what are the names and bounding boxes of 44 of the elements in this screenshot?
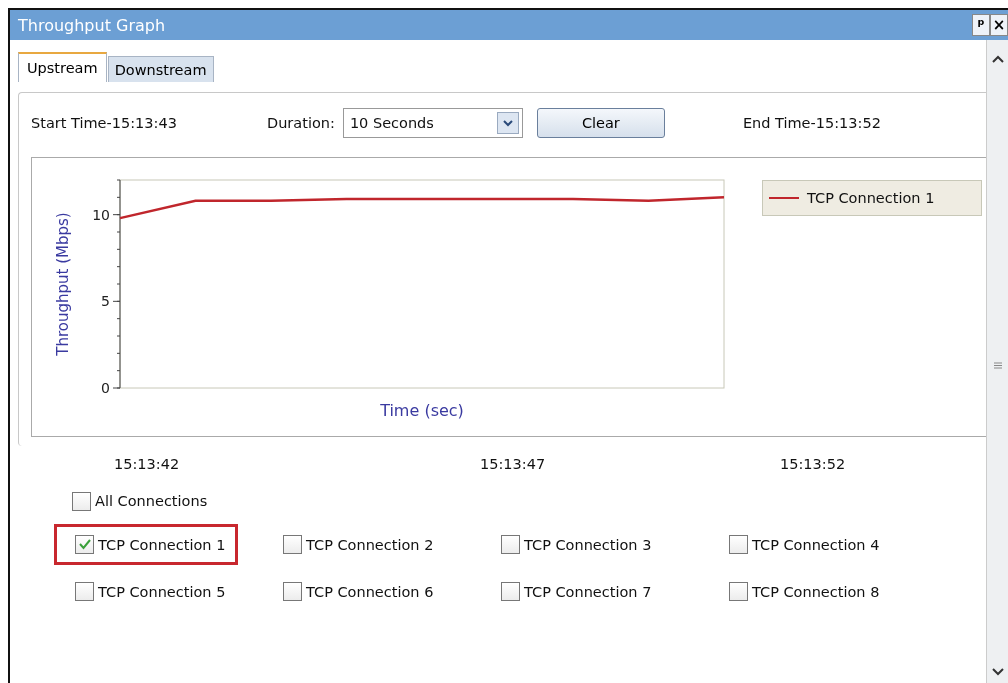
checkbox[interactable]: TCP Connection 1	[54, 524, 239, 565]
y-tick-label: 0	[101, 380, 110, 396]
end-time: End Time-15:13:52	[742, 115, 881, 131]
window-title: Throughput Graph	[18, 15, 166, 35]
y-tick-label: 10	[92, 206, 110, 223]
checkbox[interactable]: TCP Connection 2	[262, 524, 447, 565]
duration-dropdown[interactable]: 10 Seconds	[342, 108, 523, 138]
check-icon	[78, 539, 91, 550]
x-axis-title: Time (sec)	[380, 401, 464, 420]
checkbox-box[interactable]	[75, 535, 94, 554]
checkbox-box[interactable]	[501, 535, 520, 554]
checkbox-box[interactable]	[75, 582, 94, 601]
checkbox[interactable]: TCP Connection 4	[708, 524, 893, 565]
legend-line-icon	[769, 196, 799, 200]
checkbox-box[interactable]	[729, 535, 748, 554]
legend-label: TCP Connection 1	[807, 190, 935, 206]
tab[interactable]: Downstream	[107, 56, 214, 82]
y-axis-title: Throughput (Mbps)	[54, 212, 72, 356]
checkbox[interactable]: TCP Connection 5	[54, 571, 239, 612]
checkbox[interactable]: TCP Connection 7	[480, 571, 665, 612]
scroll-up-icon[interactable]	[990, 54, 1005, 64]
checkbox-box[interactable]	[283, 535, 302, 554]
tab[interactable]: Upstream	[18, 52, 107, 82]
y-tick-label: 5	[101, 293, 110, 310]
close-button[interactable]: ×	[990, 14, 1008, 36]
chevron-down-icon	[502, 119, 513, 127]
checkbox-box[interactable]	[729, 582, 748, 601]
start-time: Start Time-15:13:43	[31, 115, 178, 131]
checkbox-box[interactable]	[72, 491, 91, 511]
grip-icon	[993, 362, 1002, 369]
time-label: 15:13:42	[114, 456, 181, 472]
pin-button[interactable]: ᵖ	[972, 14, 990, 36]
duration-label: Duration:	[267, 115, 335, 131]
checkbox-box[interactable]	[501, 582, 520, 601]
checkbox[interactable]: TCP Connection 6	[262, 571, 447, 612]
checkbox[interactable]: TCP Connection 3	[480, 524, 665, 565]
checkbox[interactable]: TCP Connection 8	[708, 571, 893, 612]
time-label: 15:13:47	[480, 456, 547, 472]
scroll-down-icon[interactable]	[990, 667, 1005, 677]
checkbox-box[interactable]	[283, 582, 302, 601]
time-label: 15:13:52	[780, 456, 846, 472]
clear-button[interactable]: Clear	[536, 108, 665, 138]
scrollbar[interactable]	[986, 40, 1008, 683]
checkbox[interactable]: All Connections	[72, 491, 208, 511]
